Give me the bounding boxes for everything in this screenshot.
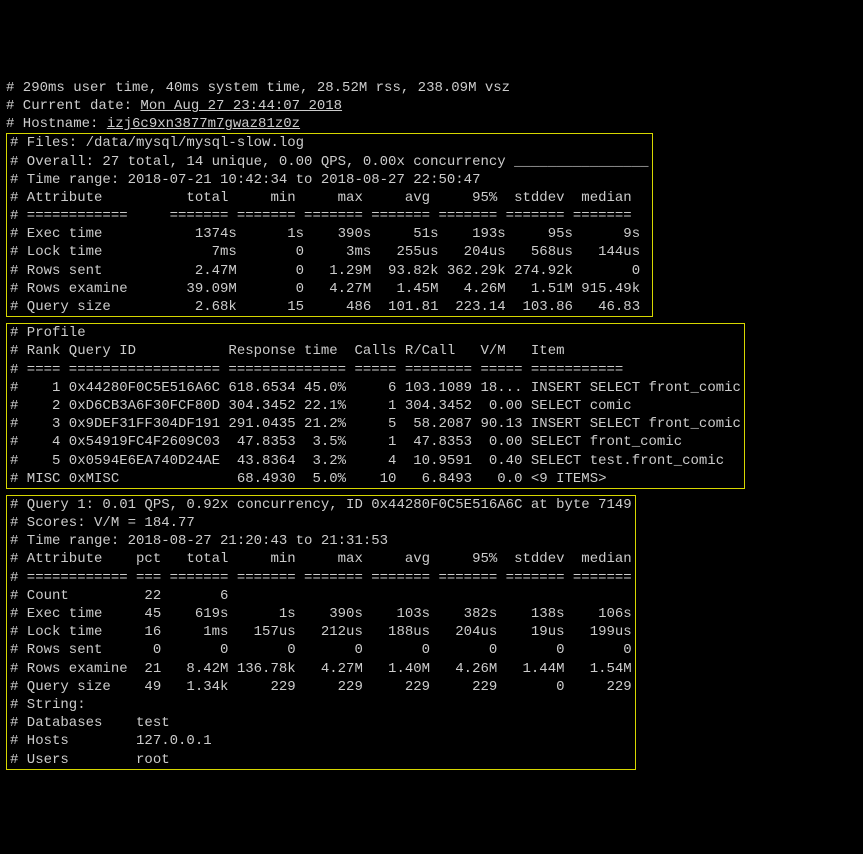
- hostname-line: # Hostname: izj6c9xn3877m7gwaz81z0z: [6, 116, 300, 132]
- profile-cols: # Rank Query ID Response time Calls R/Ca…: [7, 342, 744, 360]
- q-string-row: # String:: [7, 696, 635, 714]
- query1-header: # Query 1: 0.01 QPS, 0.92x concurrency, …: [7, 496, 635, 514]
- date-line: # Current date: Mon Aug 27 23:44:07 2018: [6, 98, 342, 114]
- hostname-value: izj6c9xn3877m7gwaz81z0z: [107, 116, 300, 132]
- rank-misc-row: # MISC 0xMISC 68.4930 5.0% 10 6.8493 0.0…: [7, 470, 744, 488]
- rank-2-row: # 2 0xD6CB3A6F30FCF80D 304.3452 22.1% 1 …: [7, 397, 744, 415]
- timerange-line: # Time range: 2018-07-21 10:42:34 to 201…: [7, 171, 652, 189]
- q-hosts-row: # Hosts 127.0.0.1: [7, 732, 635, 750]
- q-databases-row: # Databases test: [7, 714, 635, 732]
- q-count-row: # Count 22 6: [7, 587, 635, 605]
- rank-1-row: # 1 0x44280F0C5E516A6C 618.6534 45.0% 6 …: [7, 379, 744, 397]
- rank-3-row: # 3 0x9DEF31FF304DF191 291.0435 21.2% 5 …: [7, 415, 744, 433]
- overall-line: # Overall: 27 total, 14 unique, 0.00 QPS…: [7, 153, 652, 171]
- q-rows-examine-row: # Rows examine 21 8.42M 136.78k 4.27M 1.…: [7, 660, 635, 678]
- scores-line: # Scores: V/M = 184.77: [7, 514, 635, 532]
- rank-5-row: # 5 0x0594E6EA740D24AE 43.8364 3.2% 4 10…: [7, 452, 744, 470]
- query-detail-box: # Query 1: 0.01 QPS, 0.92x concurrency, …: [6, 495, 636, 770]
- rows-sent-row: # Rows sent 2.47M 0 1.29M 93.82k 362.29k…: [7, 262, 652, 280]
- profile-header: # Profile: [7, 324, 744, 342]
- q-users-row: # Users root: [7, 751, 635, 769]
- q-attr-sep: # ============ === ======= ======= =====…: [7, 569, 635, 587]
- lock-time-row: # Lock time 7ms 0 3ms 255us 204us 568us …: [7, 243, 652, 261]
- q-rows-sent-row: # Rows sent 0 0 0 0 0 0 0 0: [7, 641, 635, 659]
- files-line: # Files: /data/mysql/mysql-slow.log: [7, 134, 652, 152]
- terminal-output: # 290ms user time, 40ms system time, 28.…: [6, 61, 857, 776]
- date-value: Mon Aug 27 23:44:07 2018: [140, 98, 342, 114]
- q-query-size-row: # Query size 49 1.34k 229 229 229 229 0 …: [7, 678, 635, 696]
- attr-header: # Attribute total min max avg 95% stddev…: [7, 189, 652, 207]
- q-timerange-line: # Time range: 2018-08-27 21:20:43 to 21:…: [7, 532, 635, 550]
- exec-time-row: # Exec time 1374s 1s 390s 51s 193s 95s 9…: [7, 225, 652, 243]
- query-size-row: # Query size 2.68k 15 486 101.81 223.14 …: [7, 298, 652, 316]
- rank-4-row: # 4 0x54919FC4F2609C03 47.8353 3.5% 1 47…: [7, 433, 744, 451]
- attr-sep: # ============ ======= ======= ======= =…: [7, 207, 652, 225]
- profile-box: # Profile# Rank Query ID Response time C…: [6, 323, 745, 489]
- q-exec-row: # Exec time 45 619s 1s 390s 103s 382s 13…: [7, 605, 635, 623]
- profile-sep: # ==== ================== ==============…: [7, 361, 744, 379]
- rows-examine-row: # Rows examine 39.09M 0 4.27M 1.45M 4.26…: [7, 280, 652, 298]
- perf-line: # 290ms user time, 40ms system time, 28.…: [6, 80, 510, 96]
- q-attr-header: # Attribute pct total min max avg 95% st…: [7, 550, 635, 568]
- overall-stats-box: # Files: /data/mysql/mysql-slow.log# Ove…: [6, 133, 653, 317]
- q-lock-row: # Lock time 16 1ms 157us 212us 188us 204…: [7, 623, 635, 641]
